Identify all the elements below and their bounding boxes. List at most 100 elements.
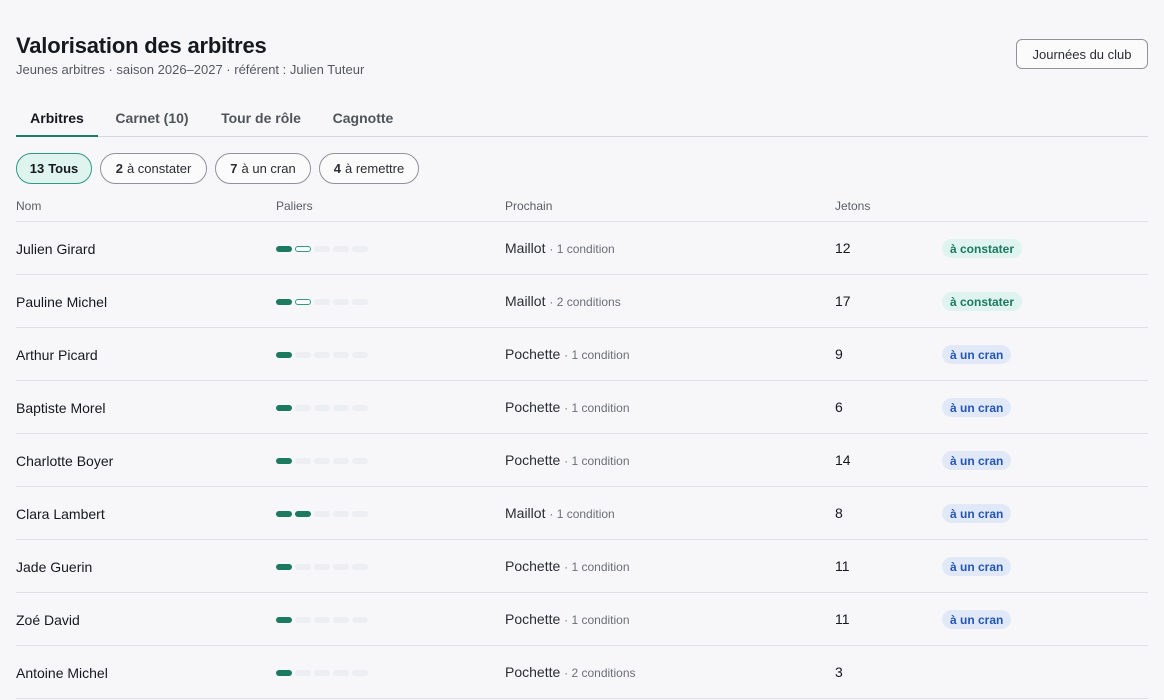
token-count: 6: [835, 399, 843, 415]
club-days-button[interactable]: Journées du club: [1016, 39, 1148, 69]
status-badge: à un cran: [942, 610, 1012, 629]
next-reward: Pochette · 1 condition: [505, 346, 630, 362]
referee-name: Clara Lambert: [16, 506, 105, 522]
token-count: 8: [835, 505, 843, 521]
next-reward: Maillot · 1 condition: [505, 505, 615, 521]
tier-segment-done: [276, 458, 292, 464]
tier-segment-empty: [333, 246, 349, 252]
filter-label: à constater: [126, 161, 192, 176]
tier-segment-empty: [333, 617, 349, 623]
tab-arbitres[interactable]: Arbitres: [16, 100, 98, 137]
referee-name: Julien Girard: [16, 241, 96, 257]
filter-all-chip[interactable]: 13 Tous: [16, 153, 92, 184]
tier-segment-empty: [314, 405, 330, 411]
tier-segment-empty: [333, 405, 349, 411]
next-reward: Pochette · 1 condition: [505, 399, 630, 415]
tier-segment-empty: [314, 299, 330, 305]
tier-segment-empty: [295, 458, 311, 464]
filter-to-award-chip[interactable]: 4à remettre: [319, 153, 419, 184]
tier-segment-empty: [333, 670, 349, 676]
filter-to-confirm-chip[interactable]: 2à constater: [100, 153, 207, 184]
next-reward-label: Pochette: [505, 399, 561, 415]
next-reward-label: Maillot: [505, 505, 546, 521]
condition-count: · 1 condition: [549, 507, 615, 521]
next-reward: Pochette · 2 conditions: [505, 664, 636, 680]
filter-count: 4: [333, 161, 341, 176]
tier-segment-done: [276, 246, 292, 252]
token-count: 11: [835, 611, 850, 627]
tier-segment-empty: [314, 458, 330, 464]
table-row[interactable]: Antoine Michel Pochette · 2 conditions 3: [16, 646, 1148, 699]
status-badge: à constater: [942, 239, 1023, 258]
condition-count: · 2 conditions: [549, 295, 621, 309]
tier-segment-done: [276, 405, 292, 411]
token-count: 12: [835, 240, 851, 256]
filter-count: 13: [29, 161, 45, 176]
tab-bar: Arbitres Carnet (10) Tour de rôle Cagnot…: [16, 100, 1148, 137]
table-row[interactable]: Charlotte Boyer Pochette · 1 condition 1…: [16, 434, 1148, 487]
tier-segment-empty: [333, 564, 349, 570]
filter-count: 7: [230, 161, 238, 176]
status-badge: à un cran: [942, 557, 1012, 576]
tier-segment-empty: [295, 670, 311, 676]
tier-segment-empty: [352, 617, 368, 623]
tab-cagnotte[interactable]: Cagnotte: [332, 100, 394, 136]
filter-label: Tous: [48, 161, 79, 176]
next-reward: Maillot · 2 conditions: [505, 293, 621, 309]
status-badge: à un cran: [942, 345, 1012, 364]
condition-count: · 1 condition: [549, 242, 615, 256]
filter-label: à un cran: [241, 161, 296, 176]
tier-segment-done: [295, 511, 311, 517]
table-row[interactable]: Zoé David Pochette · 1 condition 11 à un…: [16, 593, 1148, 646]
referee-name: Charlotte Boyer: [16, 453, 114, 469]
tier-segment-empty: [352, 564, 368, 570]
page-title: Valorisation des arbitres: [16, 33, 267, 58]
tier-segment-empty: [333, 511, 349, 517]
tier-segment-empty: [314, 617, 330, 623]
tier-segment-empty: [352, 405, 368, 411]
next-reward: Pochette · 1 condition: [505, 611, 630, 627]
status-badge: à constater: [942, 292, 1023, 311]
condition-count: · 1 condition: [564, 454, 630, 468]
next-reward-label: Pochette: [505, 558, 561, 574]
tier-segment-done: [276, 511, 292, 517]
next-reward-label: Pochette: [505, 664, 561, 680]
column-header-name[interactable]: Nom: [16, 199, 41, 213]
table-row[interactable]: Clara Lambert Maillot · 1 condition 8 à …: [16, 487, 1148, 540]
next-reward: Pochette · 1 condition: [505, 452, 630, 468]
tier-segment-empty: [314, 564, 330, 570]
condition-count: · 1 condition: [564, 560, 630, 574]
filter-one-step-chip[interactable]: 7à un cran: [215, 153, 311, 184]
table-header: Nom Paliers Prochain Jetons: [16, 190, 1148, 222]
tier-segment-empty: [352, 299, 368, 305]
tier-segment-done: [276, 564, 292, 570]
token-count: 14: [835, 452, 851, 468]
tier-segment-done: [276, 670, 292, 676]
column-header-tokens[interactable]: Jetons: [835, 199, 870, 213]
column-header-tiers[interactable]: Paliers: [276, 199, 313, 213]
table-row[interactable]: Arthur Picard Pochette · 1 condition 9 à…: [16, 328, 1148, 381]
token-count: 17: [835, 293, 851, 309]
tier-segment-empty: [352, 511, 368, 517]
tier-segment-empty: [352, 670, 368, 676]
table-row[interactable]: Jade Guerin Pochette · 1 condition 11 à …: [16, 540, 1148, 593]
table-row[interactable]: Julien Girard Maillot · 1 condition 12 à…: [16, 222, 1148, 275]
table-row[interactable]: Pauline Michel Maillot · 2 conditions 17…: [16, 275, 1148, 328]
tab-carnet[interactable]: Carnet (10): [114, 100, 190, 136]
table-row[interactable]: Baptiste Morel Pochette · 1 condition 6 …: [16, 381, 1148, 434]
referee-name: Antoine Michel: [16, 665, 108, 681]
token-count: 11: [835, 558, 850, 574]
tier-segment-empty: [333, 299, 349, 305]
tier-segment-empty: [314, 670, 330, 676]
column-header-next[interactable]: Prochain: [505, 199, 552, 213]
tier-segment-empty: [295, 564, 311, 570]
tier-segment-empty: [314, 511, 330, 517]
referee-table-body: Julien Girard Maillot · 1 condition 12 à…: [16, 222, 1148, 699]
filter-count: 2: [115, 161, 123, 176]
tier-segment-in-progress: [295, 246, 311, 252]
condition-count: · 1 condition: [564, 613, 630, 627]
tab-tour-de-role[interactable]: Tour de rôle: [220, 100, 302, 136]
next-reward: Pochette · 1 condition: [505, 558, 630, 574]
next-reward: Maillot · 1 condition: [505, 240, 615, 256]
tier-segment-empty: [352, 458, 368, 464]
